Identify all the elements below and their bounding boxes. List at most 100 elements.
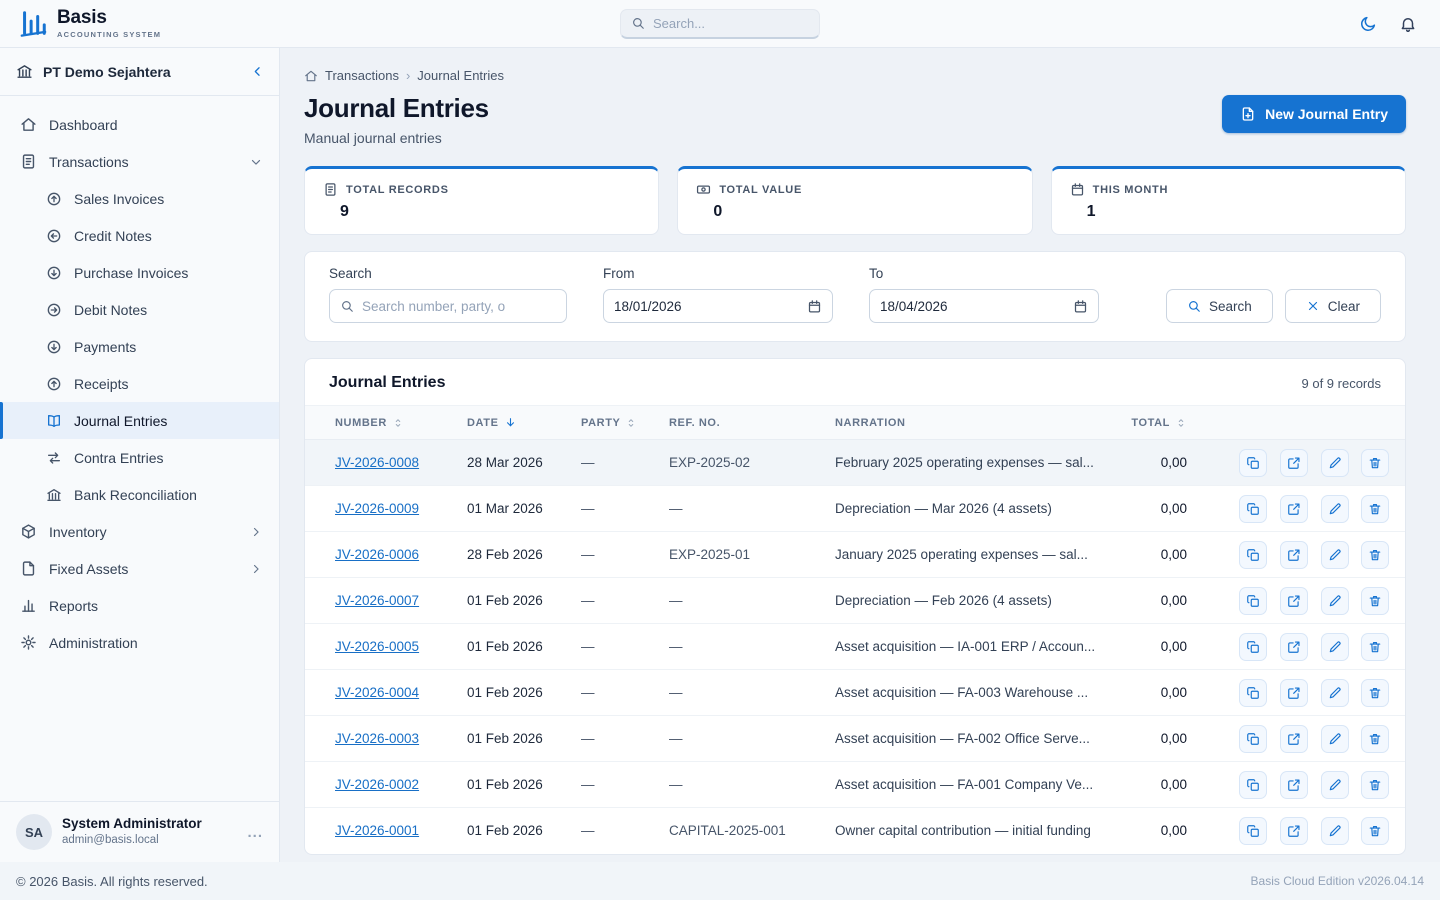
delete-button[interactable] — [1361, 494, 1390, 523]
column-header-total[interactable]: TOTAL — [1117, 405, 1227, 440]
journal-entry-link[interactable]: JV-2026-0006 — [335, 547, 419, 562]
delete-button[interactable] — [1361, 586, 1390, 615]
delete-button[interactable] — [1361, 448, 1390, 477]
edit-button[interactable] — [1320, 816, 1349, 845]
journal-entry-link[interactable]: JV-2026-0008 — [335, 455, 419, 470]
sidebar-item-bank-reconciliation[interactable]: Bank Reconciliation — [0, 476, 279, 513]
delete-button[interactable] — [1361, 724, 1390, 753]
duplicate-button[interactable] — [1239, 678, 1267, 707]
notifications-button[interactable] — [1394, 10, 1422, 38]
global-search[interactable] — [620, 8, 820, 39]
duplicate-button[interactable] — [1239, 540, 1267, 569]
journal-entry-link[interactable]: JV-2026-0004 — [335, 685, 419, 700]
column-header-date[interactable]: DATE — [455, 405, 569, 440]
table-row[interactable]: JV-2026-0005 01 Feb 2026 — — Asset acqui… — [305, 623, 1405, 670]
table-row[interactable]: JV-2026-0006 28 Feb 2026 — EXP-2025-01 J… — [305, 531, 1405, 578]
journal-entry-link[interactable]: JV-2026-0001 — [335, 823, 419, 838]
edit-button[interactable] — [1320, 494, 1349, 523]
open-entry-button[interactable] — [1279, 586, 1308, 615]
filter-search-input[interactable] — [362, 298, 556, 314]
open-entry-button[interactable] — [1279, 816, 1308, 845]
document-icon — [323, 182, 338, 197]
journal-entry-link[interactable]: JV-2026-0002 — [335, 777, 419, 792]
open-entry-button[interactable] — [1279, 724, 1308, 753]
filter-from-field[interactable] — [603, 289, 833, 323]
to-date-picker-button[interactable] — [1073, 299, 1088, 314]
home-icon[interactable] — [304, 69, 318, 83]
filter-to-field[interactable] — [869, 289, 1099, 323]
delete-button[interactable] — [1361, 816, 1390, 845]
delete-button[interactable] — [1361, 540, 1390, 569]
new-journal-entry-button[interactable]: New Journal Entry — [1222, 95, 1406, 133]
sidebar-item-reports[interactable]: Reports — [0, 587, 279, 624]
user-name: System Administrator — [62, 816, 202, 832]
journal-entry-link[interactable]: JV-2026-0009 — [335, 501, 419, 516]
table-row[interactable]: JV-2026-0009 01 Mar 2026 — — Depreciatio… — [305, 485, 1405, 532]
filter-search-button[interactable]: Search — [1165, 289, 1273, 323]
company-selector[interactable]: PT Demo Sejahtera — [0, 48, 279, 96]
sidebar-item-transactions[interactable]: Transactions — [0, 143, 279, 180]
sidebar-item-inventory[interactable]: Inventory — [0, 513, 279, 550]
user-menu-button[interactable]: ... — [247, 824, 263, 841]
edit-button[interactable] — [1320, 678, 1349, 707]
sidebar-item-fixed-assets[interactable]: Fixed Assets — [0, 550, 279, 587]
filter-from-input[interactable] — [614, 298, 799, 314]
column-header-number[interactable]: NUMBER — [305, 405, 455, 440]
open-entry-button[interactable] — [1279, 678, 1308, 707]
edit-button[interactable] — [1320, 724, 1349, 753]
edit-button[interactable] — [1320, 448, 1349, 477]
duplicate-button[interactable] — [1239, 724, 1267, 753]
table-row[interactable]: JV-2026-0008 28 Mar 2026 — EXP-2025-02 F… — [305, 439, 1405, 486]
sidebar-item-journal-entries[interactable]: Journal Entries — [0, 402, 279, 439]
table-row[interactable]: JV-2026-0002 01 Feb 2026 — — Asset acqui… — [305, 761, 1405, 808]
filter-search-field[interactable] — [329, 289, 567, 323]
duplicate-button[interactable] — [1239, 770, 1267, 799]
sidebar-item-dashboard[interactable]: Dashboard — [0, 106, 279, 143]
open-entry-button[interactable] — [1279, 494, 1308, 523]
duplicate-button[interactable] — [1239, 494, 1267, 523]
table-row[interactable]: JV-2026-0003 01 Feb 2026 — — Asset acqui… — [305, 715, 1405, 762]
from-date-picker-button[interactable] — [807, 299, 822, 314]
sidebar-item-purchase-invoices[interactable]: Purchase Invoices — [0, 254, 279, 291]
column-header-party[interactable]: PARTY — [569, 405, 657, 440]
journal-entry-link[interactable]: JV-2026-0005 — [335, 639, 419, 654]
edit-button[interactable] — [1320, 770, 1349, 799]
delete-trash-icon — [1368, 640, 1382, 654]
journal-entry-link[interactable]: JV-2026-0007 — [335, 593, 419, 608]
table-row[interactable]: JV-2026-0007 01 Feb 2026 — — Depreciatio… — [305, 577, 1405, 624]
sidebar-item-sales-invoices[interactable]: Sales Invoices — [0, 180, 279, 217]
journal-entry-link[interactable]: JV-2026-0003 — [335, 731, 419, 746]
brand-home-link[interactable]: Basis ACCOUNTING SYSTEM — [18, 7, 161, 39]
duplicate-button[interactable] — [1239, 816, 1267, 845]
sidebar-item-contra-entries[interactable]: Contra Entries — [0, 439, 279, 476]
global-search-input[interactable] — [653, 15, 809, 31]
filter-to-input[interactable] — [880, 298, 1065, 314]
delete-trash-icon — [1368, 456, 1382, 470]
edit-button[interactable] — [1320, 540, 1349, 569]
sidebar-item-credit-notes[interactable]: Credit Notes — [0, 217, 279, 254]
theme-toggle-button[interactable] — [1354, 10, 1382, 38]
delete-button[interactable] — [1361, 632, 1390, 661]
open-entry-button[interactable] — [1279, 448, 1308, 477]
duplicate-button[interactable] — [1239, 586, 1267, 615]
breadcrumb-transactions[interactable]: Transactions — [325, 68, 399, 83]
table-row[interactable]: JV-2026-0004 01 Feb 2026 — — Asset acqui… — [305, 669, 1405, 716]
sidebar-collapse-button[interactable] — [250, 64, 265, 79]
page-title: Journal Entries — [304, 93, 489, 123]
edit-button[interactable] — [1320, 586, 1349, 615]
filter-clear-button[interactable]: Clear — [1284, 289, 1381, 323]
edit-button[interactable] — [1320, 632, 1349, 661]
delete-button[interactable] — [1361, 678, 1390, 707]
open-entry-button[interactable] — [1279, 540, 1308, 569]
table-row[interactable]: JV-2026-0001 01 Feb 2026 — CAPITAL-2025-… — [305, 808, 1405, 854]
sidebar-item-administration[interactable]: Administration — [0, 624, 279, 661]
open-entry-button[interactable] — [1279, 632, 1308, 661]
duplicate-button[interactable] — [1239, 632, 1267, 661]
delete-button[interactable] — [1361, 770, 1390, 799]
open-entry-button[interactable] — [1279, 770, 1308, 799]
new-journal-entry-label: New Journal Entry — [1265, 106, 1388, 122]
sidebar-item-payments[interactable]: Payments — [0, 328, 279, 365]
sidebar-item-debit-notes[interactable]: Debit Notes — [0, 291, 279, 328]
sidebar-item-receipts[interactable]: Receipts — [0, 365, 279, 402]
duplicate-button[interactable] — [1239, 448, 1267, 477]
